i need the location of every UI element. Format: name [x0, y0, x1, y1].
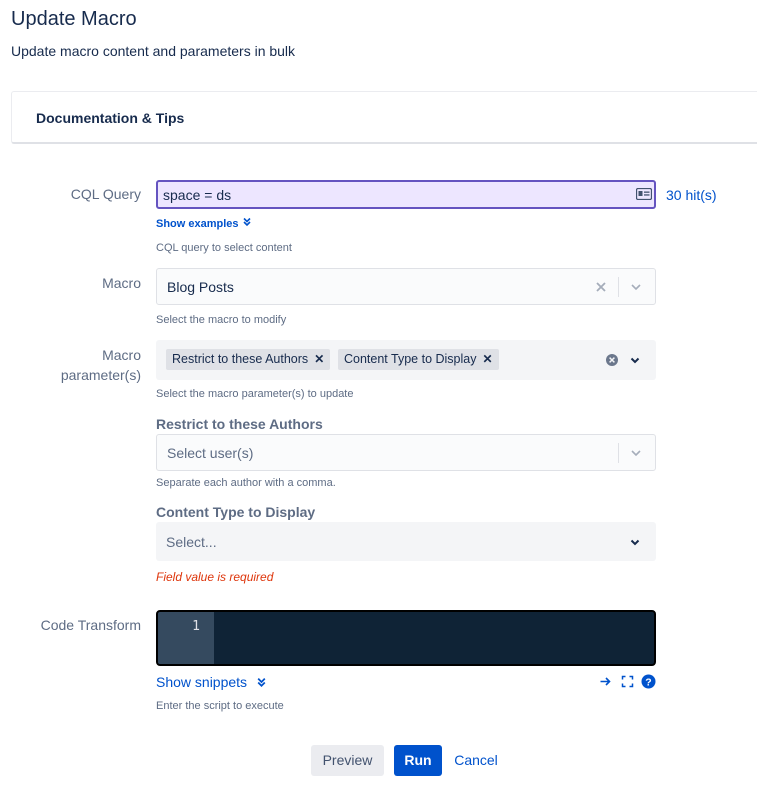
macro-params-multiselect[interactable]: Restrict to these Authors ✕ Content Type … [156, 340, 656, 380]
tag-remove-icon[interactable]: ✕ [314, 352, 324, 366]
macro-params-label-line2: parameter(s) [60, 367, 141, 383]
macro-select-value: Blog Posts [167, 279, 234, 295]
macro-param-tag-label: Content Type to Display [344, 352, 477, 366]
code-editor-gutter: 1 [158, 612, 214, 664]
documentation-panel-label: Documentation & Tips [36, 110, 185, 126]
arrow-right-icon[interactable] [599, 675, 612, 688]
show-snippets-link[interactable]: Show snippets [156, 674, 267, 690]
chevron-down-icon[interactable] [629, 280, 643, 294]
run-button[interactable]: Run [394, 745, 442, 776]
chevron-down-icon[interactable] [628, 535, 642, 549]
macro-help-text: Select the macro to modify [156, 314, 287, 326]
code-editor[interactable]: 1 [156, 610, 656, 666]
macro-params-label-line1: Macro [102, 347, 141, 363]
content-type-label: Content Type to Display [156, 504, 316, 520]
show-examples-link[interactable]: Show examples [156, 217, 252, 230]
line-number: 1 [192, 619, 200, 634]
clear-icon[interactable] [605, 353, 619, 367]
preview-button[interactable]: Preview [311, 745, 384, 776]
cql-query-input[interactable]: space = ds [156, 180, 656, 209]
clear-icon[interactable] [594, 280, 608, 294]
fullscreen-icon[interactable] [621, 675, 634, 688]
cancel-button[interactable]: Cancel [453, 745, 499, 776]
macro-params-help-text: Select the macro parameter(s) to update [156, 388, 354, 400]
select-separator [618, 277, 619, 297]
authors-help-text: Separate each author with a comma. [156, 477, 336, 489]
content-type-select[interactable]: Select... [156, 522, 656, 561]
cql-query-label: CQL Query [70, 186, 141, 202]
show-snippets-label: Show snippets [156, 674, 248, 690]
chevron-down-icon[interactable] [628, 353, 642, 367]
select-separator [618, 443, 619, 463]
cql-help-text: CQL query to select content [156, 242, 292, 254]
macro-label: Macro [102, 275, 141, 291]
id-card-icon[interactable] [636, 188, 652, 200]
code-transform-help-text: Enter the script to execute [156, 700, 284, 712]
content-type-placeholder: Select... [166, 534, 217, 550]
chevron-double-down-icon [257, 678, 266, 688]
authors-label: Restrict to these Authors [156, 416, 323, 432]
tag-remove-icon[interactable]: ✕ [482, 352, 492, 366]
show-examples-label: Show examples [156, 218, 239, 230]
chevron-down-icon[interactable] [629, 446, 643, 460]
authors-placeholder: Select user(s) [167, 445, 254, 461]
chevron-double-down-icon [243, 217, 251, 227]
code-transform-label: Code Transform [40, 617, 141, 633]
code-editor-tools: ? [599, 674, 657, 690]
page-title: Update Macro [11, 8, 137, 30]
cql-hits-link[interactable]: 30 hit(s) [666, 187, 717, 203]
help-icon[interactable]: ? [641, 674, 656, 689]
cql-query-value: space = ds [163, 187, 232, 203]
macro-select[interactable]: Blog Posts [156, 268, 656, 305]
page-subtitle: Update macro content and parameters in b… [11, 43, 296, 59]
macro-param-tag-label: Restrict to these Authors [172, 352, 309, 366]
documentation-panel[interactable]: Documentation & Tips [11, 91, 757, 144]
macro-param-tag: Restrict to these Authors ✕ [166, 349, 331, 370]
authors-select[interactable]: Select user(s) [156, 434, 656, 471]
content-type-error: Field value is required [156, 570, 274, 584]
svg-text:?: ? [645, 676, 651, 688]
macro-param-tag: Content Type to Display ✕ [338, 349, 499, 370]
